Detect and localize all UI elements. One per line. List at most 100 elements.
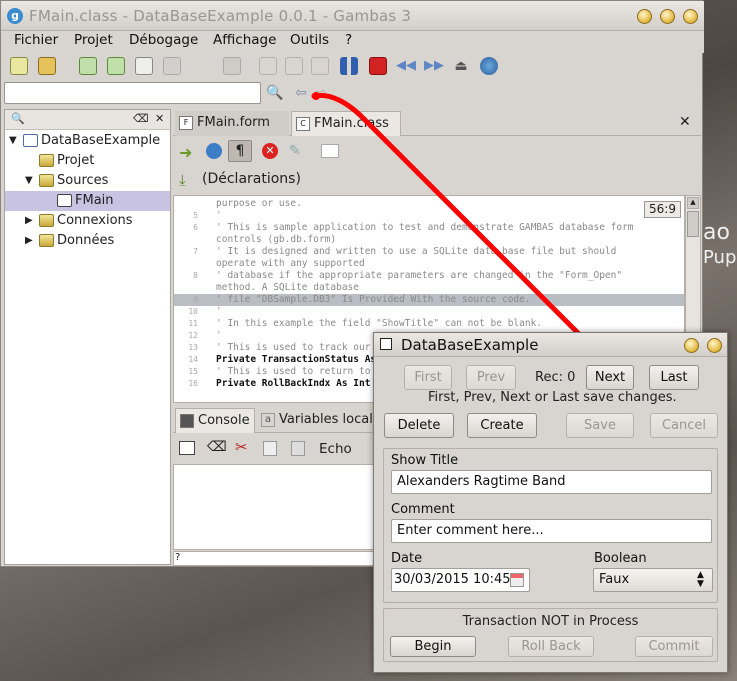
tab-console[interactable]: Console xyxy=(175,408,255,433)
boolean-select[interactable]: Faux ▲ ▼ xyxy=(593,568,713,592)
form-class-icon xyxy=(57,194,72,207)
expand-arrow-icon[interactable]: ▼ xyxy=(9,131,17,151)
menu-affichage[interactable]: Affichage xyxy=(213,32,276,48)
code-line[interactable]: 5 ' xyxy=(174,210,684,222)
settings-gear-icon[interactable] xyxy=(163,57,181,75)
delete-button[interactable]: Delete xyxy=(384,413,454,438)
window-icon[interactable] xyxy=(321,144,339,158)
search-icon[interactable]: 🔍 xyxy=(11,112,25,125)
collapse-arrow-icon[interactable]: ▶ xyxy=(25,231,33,251)
copy-icon[interactable] xyxy=(263,441,277,456)
close-button[interactable] xyxy=(707,338,722,353)
cut-icon[interactable]: ✂ xyxy=(235,438,248,456)
minimize-button[interactable] xyxy=(637,9,652,24)
pause-icon[interactable] xyxy=(340,57,358,75)
goto-arrow-icon[interactable]: ➜ xyxy=(179,143,192,162)
close-icon[interactable]: ✕ xyxy=(155,112,164,125)
stop-icon[interactable] xyxy=(369,57,387,75)
scroll-up-arrow-icon[interactable]: ▲ xyxy=(687,197,699,209)
back-arrow-icon[interactable]: ⇦ xyxy=(291,84,311,102)
calendar-icon[interactable] xyxy=(510,573,524,587)
save-button[interactable]: Save xyxy=(566,413,634,438)
echo-button[interactable]: Echo xyxy=(319,441,352,457)
nav-hint: First, Prev, Next or Last save changes. xyxy=(428,390,677,405)
code-line[interactable]: operate with any supported xyxy=(174,258,684,270)
tree-item-projet[interactable]: Projet xyxy=(5,151,170,171)
create-button[interactable]: Create xyxy=(467,413,537,438)
last-button[interactable]: Last xyxy=(649,365,699,390)
tab-fmain-form[interactable]: F FMain.form xyxy=(175,111,289,136)
tree-item-donnees[interactable]: ▶ Données xyxy=(5,231,170,251)
menu-fichier[interactable]: Fichier xyxy=(14,32,58,48)
next-button[interactable]: Next xyxy=(586,365,634,390)
procedure-bar[interactable]: ⤓ (Déclarations) xyxy=(173,168,701,194)
date-field[interactable]: 30/03/2015 10:45 xyxy=(391,568,530,592)
rollback-button[interactable]: Roll Back xyxy=(508,636,594,657)
step-icon[interactable] xyxy=(259,57,277,75)
rewind-icon[interactable]: ◀◀ xyxy=(396,57,416,75)
open-project-icon[interactable] xyxy=(38,57,56,75)
code-line[interactable]: 7 ' It is designed and written to use a S… xyxy=(174,246,684,258)
forward-arrow-icon[interactable]: ⇨ xyxy=(311,84,331,102)
comment-field[interactable]: Enter comment here... xyxy=(391,519,712,543)
window-icon[interactable] xyxy=(179,441,195,455)
save-all-icon[interactable] xyxy=(107,57,125,75)
properties-icon[interactable] xyxy=(135,57,153,75)
window-menu-icon[interactable] xyxy=(380,338,392,350)
error-icon[interactable]: ✕ xyxy=(262,143,278,159)
menu-help[interactable]: ? xyxy=(345,32,352,48)
forward-icon[interactable]: ▶▶ xyxy=(424,57,444,75)
tree-item-connexions[interactable]: ▶ Connexions xyxy=(5,211,170,231)
step-over-icon[interactable] xyxy=(285,57,303,75)
eject-icon[interactable]: ⏏ xyxy=(452,57,470,75)
code-line[interactable]: 11 ' In this example the field "ShowTitle… xyxy=(174,318,684,330)
tree-item-fmain[interactable]: FMain xyxy=(5,191,170,211)
minimize-button[interactable] xyxy=(684,338,699,353)
code-line[interactable]: controls (gb.db.form) xyxy=(174,234,684,246)
code-line[interactable]: 9 ' file "DBSample.DB3" Is Provided With … xyxy=(174,294,684,306)
close-tab-icon[interactable]: ✕ xyxy=(679,114,691,130)
collapse-arrow-icon[interactable]: ▶ xyxy=(25,211,33,231)
line-number: 16 xyxy=(188,379,198,388)
show-title-label: Show Title xyxy=(391,453,459,468)
code-text: ' In this example the field "ShowTitle" … xyxy=(216,318,543,329)
spin-arrows-icon[interactable]: ▲ ▼ xyxy=(697,571,704,589)
search-icon[interactable]: 🔍 xyxy=(265,84,285,102)
begin-button[interactable]: Begin xyxy=(390,636,476,657)
show-title-field[interactable]: Alexanders Ragtime Band xyxy=(391,470,712,494)
expand-arrow-icon[interactable]: ▼ xyxy=(25,171,33,191)
cancel-button[interactable]: Cancel xyxy=(650,413,718,438)
menu-debogage[interactable]: Débogage xyxy=(129,32,198,48)
commit-button[interactable]: Commit xyxy=(635,636,713,657)
code-line[interactable]: 8 ' database if the appropriate parameter… xyxy=(174,270,684,282)
first-button[interactable]: First xyxy=(404,365,452,390)
maximize-button[interactable] xyxy=(660,9,675,24)
refresh-icon[interactable] xyxy=(206,143,222,159)
search-input[interactable] xyxy=(4,82,261,104)
dialog-title-bar[interactable]: DataBaseExample xyxy=(374,333,727,357)
clear-icon[interactable]: ⌫ xyxy=(207,439,227,455)
tab-fmain-class[interactable]: C FMain.class xyxy=(291,111,401,136)
paste-icon[interactable] xyxy=(291,441,305,456)
tree-item-databaseexample[interactable]: ▼ DataBaseExample xyxy=(5,131,170,151)
code-line[interactable]: purpose or use. xyxy=(174,198,684,210)
code-line[interactable]: 10 ' xyxy=(174,306,684,318)
code-line[interactable]: 6 ' This is sample application to test an… xyxy=(174,222,684,234)
clear-icon[interactable]: ⌫ xyxy=(133,112,149,125)
new-project-icon[interactable] xyxy=(10,57,28,75)
run-to-icon[interactable] xyxy=(311,57,329,75)
tree-item-sources[interactable]: ▼ Sources xyxy=(5,171,170,191)
title-bar[interactable]: g FMain.class - DataBaseExample 0.0.1 - … xyxy=(1,1,704,31)
menu-projet[interactable]: Projet xyxy=(74,32,113,48)
save-icon[interactable] xyxy=(79,57,97,75)
pilcrow-toggle-icon[interactable]: ¶ xyxy=(228,140,252,162)
make-icon[interactable] xyxy=(223,57,241,75)
scroll-thumb[interactable] xyxy=(687,211,699,237)
prev-button[interactable]: Prev xyxy=(466,365,516,390)
refresh-icon[interactable] xyxy=(480,57,498,75)
menu-outils[interactable]: Outils xyxy=(290,32,329,48)
tool-icon[interactable]: ✎ xyxy=(289,143,301,159)
console-icon xyxy=(180,414,194,428)
close-button[interactable] xyxy=(683,9,698,24)
code-line[interactable]: method. A SQLite database xyxy=(174,282,684,294)
